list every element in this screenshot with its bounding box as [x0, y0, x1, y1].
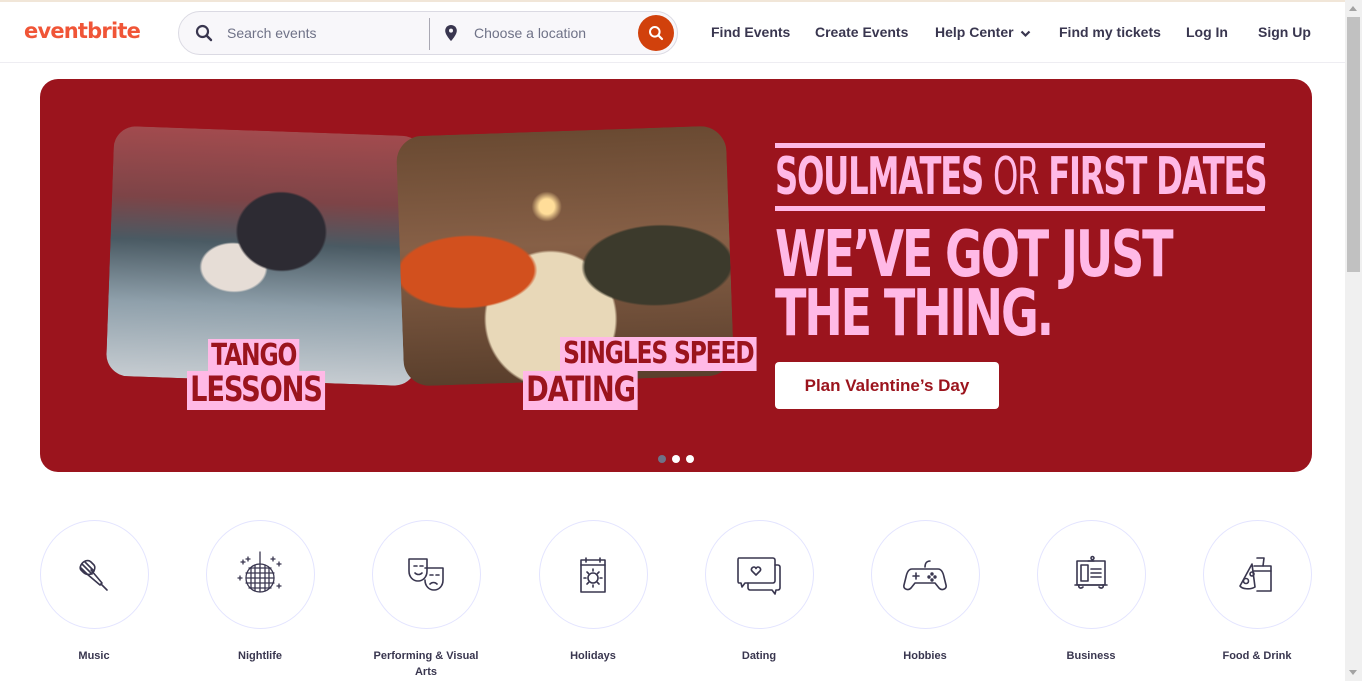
category-label: Dating: [741, 650, 777, 662]
category-circle[interactable]: [371, 520, 481, 629]
gamepad-icon: [903, 559, 947, 590]
search-events-input[interactable]: Search events: [227, 25, 317, 41]
category-business[interactable]: Business: [1036, 520, 1146, 664]
nav-log-in[interactable]: Log In: [1186, 24, 1228, 40]
category-food-drink[interactable]: Food & Drink: [1202, 520, 1312, 664]
chevron-down-icon: [1020, 25, 1031, 41]
search-icon: [649, 26, 664, 41]
speed-dating-label-line2: DATING: [523, 371, 638, 410]
search-icon: [195, 24, 213, 47]
kicker-part-1: SOULMATES: [775, 147, 984, 207]
microphone-icon: [79, 559, 108, 591]
tango-label-line2: LESSONS: [187, 371, 325, 410]
location-input[interactable]: Choose a location: [474, 25, 586, 41]
headline-line2: THE THING.: [775, 277, 1054, 351]
theater-masks-icon: [408, 557, 444, 591]
scroll-thumb[interactable]: [1347, 17, 1360, 272]
pizza-drink-icon: [1239, 556, 1272, 592]
category-music[interactable]: Music: [39, 520, 149, 664]
carousel-dot-2[interactable]: [672, 455, 680, 463]
category-performing-visual-arts[interactable]: Performing & Visual Arts: [371, 520, 481, 680]
category-label: Nightlife: [238, 650, 282, 662]
category-label: Holidays: [570, 650, 616, 662]
nav-help-center[interactable]: Help Center: [935, 24, 1031, 41]
hero-banner[interactable]: TANGO LESSONS SINGLES SPEED DATING SOULM…: [40, 79, 1312, 472]
category-circle[interactable]: [39, 520, 149, 629]
location-pin-icon: [444, 24, 458, 47]
category-label: Hobbies: [903, 650, 947, 662]
category-label: Business: [1066, 650, 1116, 662]
search-divider: [429, 18, 430, 50]
calendar-sun-icon: [580, 556, 606, 593]
speed-dating-label-line1: SINGLES SPEED: [560, 337, 757, 371]
category-label: Food & Drink: [1222, 650, 1292, 662]
nav-find-my-tickets[interactable]: Find my tickets: [1059, 24, 1161, 40]
scroll-down-arrow[interactable]: [1349, 670, 1357, 675]
plan-valentines-day-button[interactable]: Plan Valentine’s Day: [775, 362, 999, 409]
category-circle[interactable]: [704, 520, 814, 629]
search-submit-button[interactable]: [638, 15, 674, 51]
headline-rule-bottom: [775, 206, 1265, 211]
category-circle[interactable]: [1202, 520, 1312, 629]
presentation-board-icon: [1074, 555, 1108, 589]
kicker-part-2: FIRST DATES: [1048, 147, 1267, 207]
category-hobbies[interactable]: Hobbies: [870, 520, 980, 664]
kicker-or: OR: [992, 147, 1040, 207]
carousel-dot-1[interactable]: [658, 455, 666, 463]
category-label: Music: [78, 650, 110, 662]
eventbrite-logo[interactable]: eventbrite: [24, 19, 141, 43]
category-circle[interactable]: [870, 520, 980, 629]
category-holidays[interactable]: Holidays: [538, 520, 648, 664]
category-nightlife[interactable]: Nightlife: [205, 520, 315, 664]
carousel-dot-3[interactable]: [686, 455, 694, 463]
site-header: eventbrite Search events Choose a locati…: [0, 2, 1345, 63]
headline-kicker: SOULMATES OR FIRST DATES: [775, 151, 1268, 203]
scroll-up-arrow[interactable]: [1349, 6, 1357, 11]
category-dating[interactable]: Dating: [704, 520, 814, 664]
tango-label-line1: TANGO: [208, 339, 300, 373]
disco-ball-icon: [237, 550, 282, 593]
nav-sign-up[interactable]: Sign Up: [1258, 24, 1311, 40]
category-circle[interactable]: [205, 520, 315, 629]
nav-find-events[interactable]: Find Events: [711, 24, 790, 40]
category-circle[interactable]: [1036, 520, 1146, 629]
search-bar: Search events Choose a location: [178, 11, 678, 55]
nav-create-events[interactable]: Create Events: [815, 24, 908, 40]
category-circle[interactable]: [538, 520, 648, 629]
nav-help-center-label: Help Center: [935, 24, 1014, 40]
chat-heart-icon: [737, 556, 781, 595]
carousel-dots: [658, 455, 694, 463]
category-label: Performing & Visual Arts: [373, 650, 479, 678]
page-scrollbar[interactable]: [1345, 0, 1362, 681]
